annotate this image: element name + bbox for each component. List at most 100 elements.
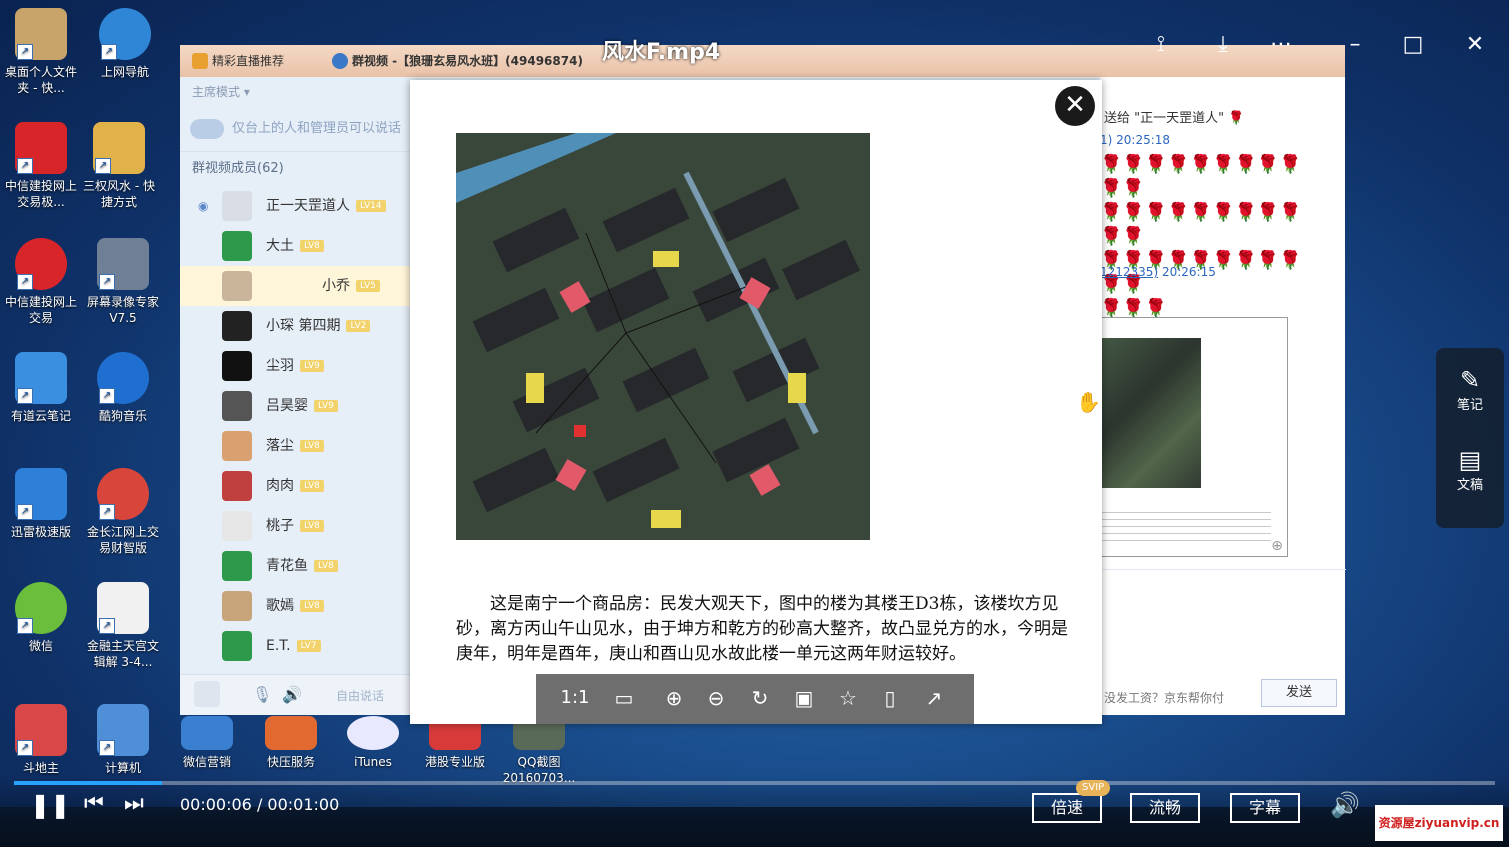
- chat-divider: [1100, 569, 1346, 570]
- fullscreen-icon[interactable]: ▯: [876, 684, 904, 712]
- avatar: [222, 311, 252, 341]
- desktop-icon[interactable]: ↗ 迅雷极速版: [2, 468, 80, 540]
- speed-button[interactable]: 倍速: [1032, 793, 1102, 823]
- mode-selector[interactable]: 主席模式 ▾: [180, 77, 410, 107]
- minimize-icon[interactable]: –: [1340, 30, 1370, 60]
- share-icon[interactable]: ⟟: [1146, 30, 1176, 60]
- doc-button[interactable]: ▤ 文稿: [1436, 446, 1504, 493]
- download-icon[interactable]: ⤓: [1208, 30, 1238, 60]
- member-name: 小乔: [322, 278, 350, 294]
- desktop-icon-label: 斗地主: [22, 761, 59, 775]
- maximize-icon[interactable]: □: [1398, 30, 1428, 60]
- member-name: 落尘: [266, 438, 294, 454]
- level-badge: LV5: [356, 280, 380, 292]
- member-name: 吕昊婴: [266, 398, 308, 414]
- self-avatar[interactable]: [194, 681, 220, 707]
- member-row[interactable]: 尘羽 LV9: [180, 346, 410, 386]
- save-icon[interactable]: ▣: [790, 684, 818, 712]
- video-icon: [332, 53, 348, 69]
- member-name: 肉肉: [266, 478, 294, 494]
- screen-recorder-icon: ↗: [97, 238, 149, 290]
- close-icon[interactable]: ✕: [1460, 30, 1490, 60]
- desktop-icon[interactable]: iTunes: [334, 716, 412, 770]
- member-name: 歌嫣: [266, 598, 294, 614]
- member-row[interactable]: 吕昊婴 LV9: [180, 386, 410, 426]
- member-row[interactable]: 桃子 LV8: [180, 506, 410, 546]
- desktop-icon[interactable]: ↗ 三权风水 - 快捷方式: [80, 122, 158, 210]
- fit-screen-icon[interactable]: ▭: [610, 684, 638, 712]
- notes-button[interactable]: ✎ 笔记: [1436, 366, 1504, 413]
- app-icon: [181, 716, 233, 750]
- send-button[interactable]: 发送: [1261, 679, 1337, 707]
- desktop-icon[interactable]: 微信营销: [168, 716, 246, 770]
- progress-fill: [14, 781, 163, 785]
- pause-icon[interactable]: ❚❚: [30, 791, 70, 819]
- desktop-icon[interactable]: ↗ 微信: [2, 582, 80, 654]
- ad-text[interactable]: 没发工资？京东帮你付: [1104, 689, 1224, 706]
- shared-image-thumbnail[interactable]: ⊕: [1100, 317, 1288, 557]
- desktop-icon[interactable]: ↗ 屏幕录像专家V7.5: [84, 238, 162, 326]
- member-row[interactable]: ◉ 正一天罡道人 LV14: [180, 186, 410, 226]
- quality-button[interactable]: 流畅: [1130, 793, 1200, 823]
- actual-size-button[interactable]: 1:1: [558, 684, 592, 712]
- zoom-in-icon[interactable]: ⊕: [660, 684, 688, 712]
- volume-icon[interactable]: 🔊: [1330, 791, 1360, 819]
- desktop-icon-label: 上网导航: [100, 65, 149, 79]
- member-row[interactable]: 落尘 LV8: [180, 426, 410, 466]
- chat-timestamp: 20:26:15: [1161, 265, 1216, 279]
- member-row[interactable]: 歌嫣 LV8: [180, 586, 410, 626]
- rotate-icon[interactable]: ↻: [746, 684, 774, 712]
- desktop-icon[interactable]: ↗ 中信建投网上交易极...: [2, 122, 80, 210]
- zoom-in-icon[interactable]: ⊕: [1271, 538, 1283, 554]
- level-badge: LV8: [314, 560, 338, 572]
- folder-icon: ↗: [93, 122, 145, 174]
- progress-bar[interactable]: [14, 781, 1495, 785]
- free-talk-button[interactable]: 自由说话: [336, 687, 384, 704]
- desktop-icon[interactable]: ↗ 斗地主: [2, 704, 80, 776]
- cards-game-icon: ↗: [15, 704, 67, 756]
- member-row[interactable]: 青花鱼 LV8: [180, 546, 410, 586]
- desktop-icon[interactable]: 港股专业版: [416, 716, 494, 770]
- desktop-icon[interactable]: ↗ 有道云笔记: [2, 352, 80, 424]
- close-viewer-button[interactable]: ✕: [1055, 86, 1095, 126]
- aerial-map: [456, 133, 870, 540]
- time-display: 00:00:06 / 00:01:00: [180, 795, 340, 814]
- image-viewer: ✕ 这是南宁一个商品房：民发大观天下，图中的楼为其楼王D3栋，该楼坎方见砂，离方…: [410, 80, 1102, 724]
- desktop-icon[interactable]: ↗ 酷狗音乐: [84, 352, 162, 424]
- member-name: 青花鱼: [266, 558, 308, 574]
- speaker-icon[interactable]: 🔊: [282, 685, 302, 704]
- share-icon[interactable]: ↗: [920, 684, 948, 712]
- member-name: 桃子: [266, 518, 294, 534]
- computer-icon: ↗: [97, 704, 149, 756]
- member-row[interactable]: 大土 LV8: [180, 226, 410, 266]
- level-badge: LV8: [300, 440, 324, 452]
- desktop-icon[interactable]: ↗ 计算机: [84, 704, 162, 776]
- previous-icon[interactable]: ⏮: [84, 791, 104, 816]
- member-row[interactable]: E.T. LV7: [180, 626, 410, 666]
- member-row-selected[interactable]: 小乔 LV5: [180, 266, 410, 306]
- desktop-icon[interactable]: ↗ 金融主天宫文辑解 3-4...: [84, 582, 162, 670]
- subtitle-button[interactable]: 字幕: [1230, 793, 1300, 823]
- desktop-icon-label: 三权风水 - 快捷方式: [83, 179, 155, 209]
- level-badge: LV7: [296, 640, 321, 652]
- desktop-icon-label: 有道云笔记: [10, 409, 71, 423]
- zoom-out-icon[interactable]: ⊖: [702, 684, 730, 712]
- desktop-icon[interactable]: ↗ 金长江网上交易财智版: [84, 468, 162, 556]
- tab-live-recommend[interactable]: 精彩直播推荐: [186, 45, 342, 77]
- avatar: [222, 591, 252, 621]
- doc-icon: ▤: [1458, 446, 1482, 474]
- more-icon[interactable]: ⋯: [1266, 30, 1296, 60]
- member-row[interactable]: 肉肉 LV8: [180, 466, 410, 506]
- desktop-icon[interactable]: ↗ 中信建投网上交易: [2, 238, 80, 326]
- watermark-text: 资源屋ziyuanvip.cn: [1375, 805, 1503, 841]
- level-badge: LV9: [300, 360, 324, 372]
- bookmark-icon[interactable]: ☆: [834, 684, 862, 712]
- desktop-icon-label: 微信: [28, 639, 53, 653]
- microphone-icon[interactable]: 🎙: [252, 685, 272, 704]
- member-row[interactable]: 小琛 第四期 LV2: [180, 306, 410, 346]
- trade-app-icon: ↗: [97, 468, 149, 520]
- trade-app-icon: ↗: [15, 238, 67, 290]
- image-caption: 这是南宁一个商品房：民发大观天下，图中的楼为其楼王D3栋，该楼坎方见砂，离方丙山…: [456, 594, 1068, 664]
- desktop-icon[interactable]: 快压服务: [252, 716, 330, 770]
- next-icon[interactable]: ⏭: [124, 791, 144, 816]
